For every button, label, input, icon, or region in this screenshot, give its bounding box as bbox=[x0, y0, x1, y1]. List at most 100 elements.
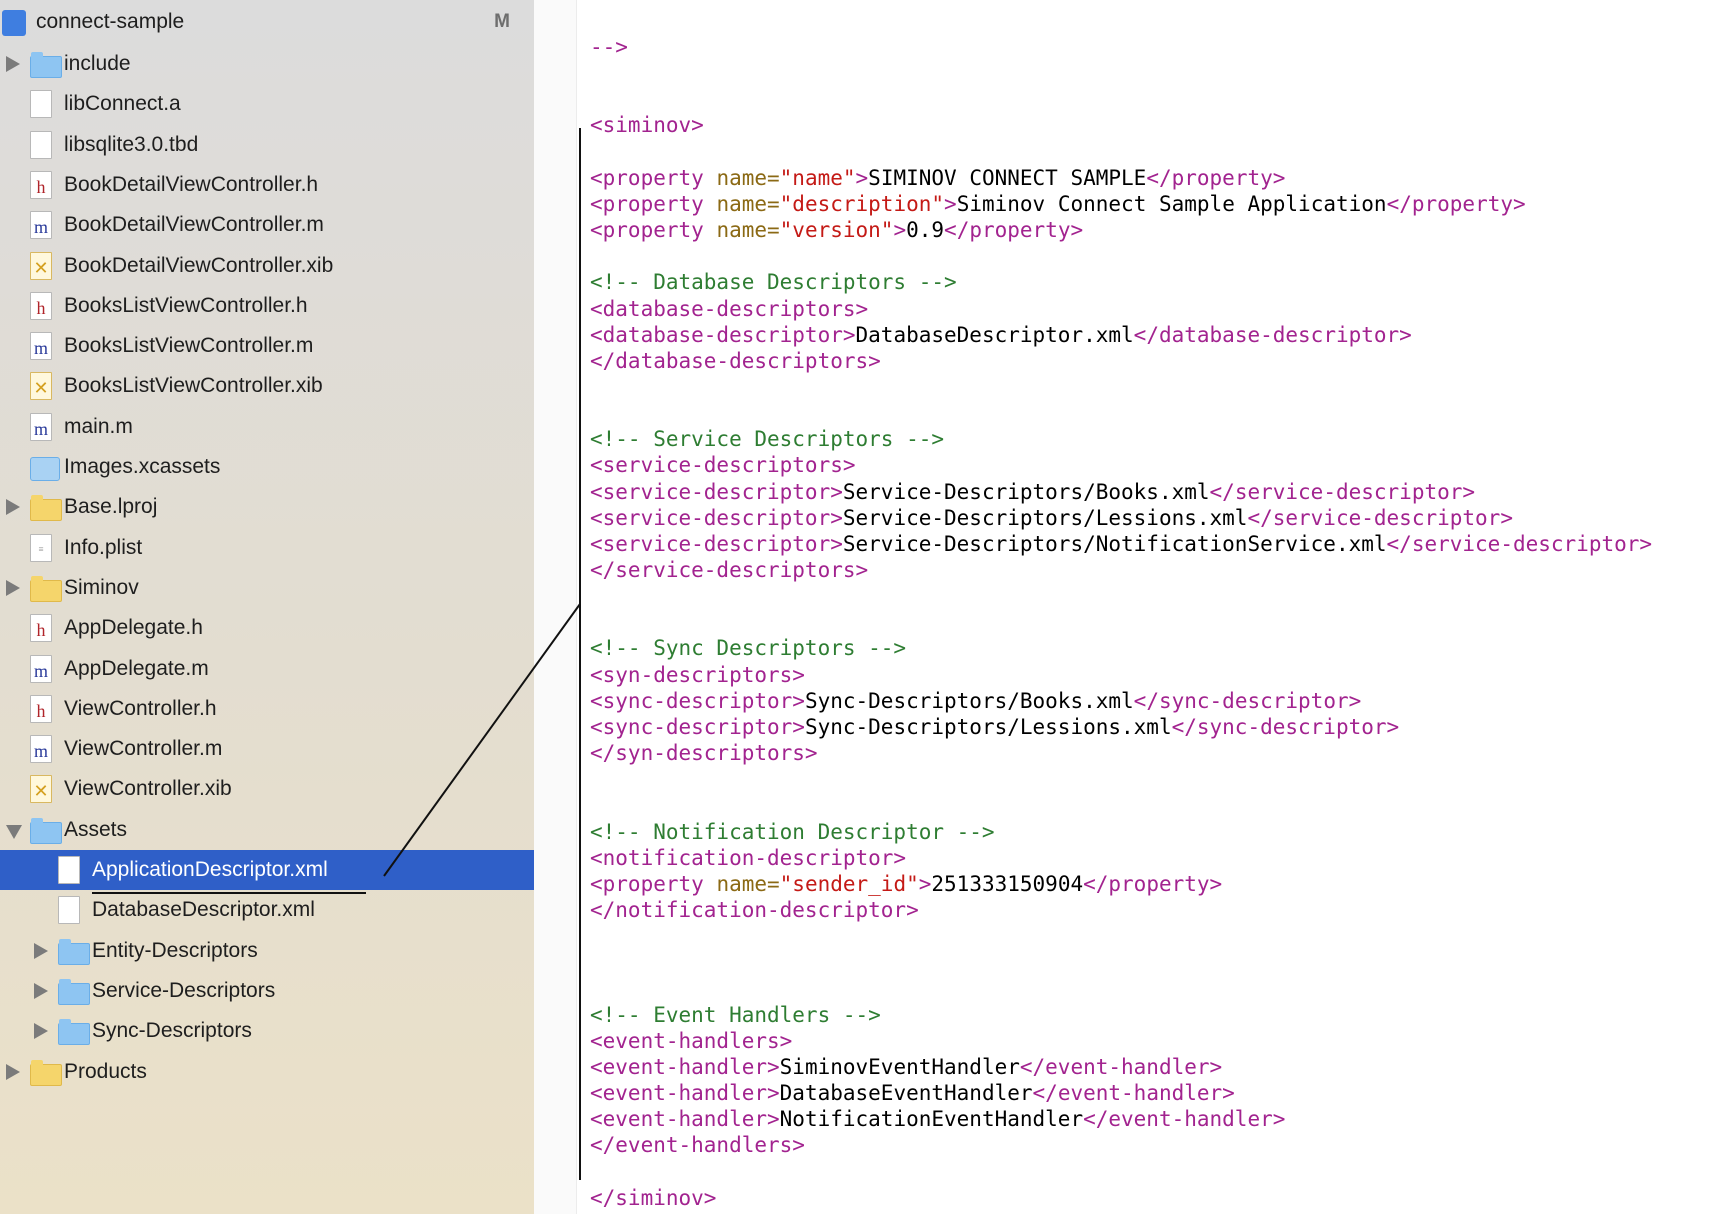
code-token: </property> bbox=[1386, 191, 1526, 216]
project-row[interactable]: connect-sample M bbox=[0, 2, 534, 42]
code-token: SIMINOV CONNECT SAMPLE bbox=[868, 165, 1147, 190]
navigator-item-label: Info.plist bbox=[64, 535, 143, 559]
code-token: Sync-Descriptors/Books.xml bbox=[804, 688, 1134, 713]
disclosure-closed-icon[interactable] bbox=[6, 579, 20, 596]
code-token: </service-descriptor> bbox=[1209, 479, 1476, 504]
navigator-item[interactable]: Assets bbox=[0, 810, 534, 850]
navigator-item-label: libConnect.a bbox=[64, 92, 181, 116]
navigator-item[interactable]: m BookDetailViewController.m bbox=[0, 205, 534, 245]
code-line: </notification-descriptor> bbox=[590, 897, 919, 923]
navigator-item[interactable]: h ViewController.h bbox=[0, 689, 534, 729]
navigator-item[interactable]: include bbox=[0, 44, 534, 84]
folder-icon bbox=[30, 52, 62, 78]
navigator-item[interactable]: m AppDelegate.m bbox=[0, 649, 534, 689]
navigator-item-label: main.m bbox=[64, 414, 133, 438]
code-line: <property name="version">0.9</property> bbox=[590, 217, 1083, 243]
code-line: </database-descriptors> bbox=[590, 348, 881, 374]
disclosure-closed-icon[interactable] bbox=[6, 56, 20, 72]
navigator-item[interactable]: ✕ BooksListViewController.xib bbox=[0, 366, 534, 406]
h-file-icon: h bbox=[30, 170, 52, 199]
code-token: </notification-descriptor> bbox=[590, 897, 919, 922]
navigator-item[interactable]: Entity-Descriptors bbox=[0, 931, 534, 971]
navigator-item-label: ViewController.m bbox=[64, 737, 223, 761]
asset-catalog-icon bbox=[30, 457, 60, 481]
navigator-item-label: ApplicationDescriptor.xml bbox=[92, 858, 328, 881]
navigator-item[interactable]: libConnect.a bbox=[0, 84, 534, 124]
project-name: connect-sample bbox=[36, 10, 185, 33]
code-token: name= bbox=[716, 871, 780, 896]
code-token: <notification-descriptor> bbox=[590, 845, 907, 870]
folder-icon bbox=[30, 495, 62, 522]
code-token: > bbox=[944, 191, 957, 216]
code-token: </database-descriptor> bbox=[1133, 322, 1412, 347]
h-file-icon: h bbox=[30, 291, 52, 320]
disclosure-closed-icon[interactable] bbox=[34, 1023, 48, 1040]
code-line: <event-handler>SiminovEventHandler</even… bbox=[590, 1054, 1222, 1080]
navigator-item[interactable]: m main.m bbox=[0, 407, 534, 447]
code-token: <!-- Database Descriptors --> bbox=[590, 270, 957, 295]
file-icon bbox=[58, 896, 80, 925]
code-token: <event-handler> bbox=[590, 1081, 780, 1105]
disclosure-closed-icon[interactable] bbox=[34, 942, 48, 959]
navigator-item-label: BookDetailViewController.m bbox=[64, 213, 324, 237]
disclosure-open-icon[interactable] bbox=[6, 824, 22, 839]
folder-icon bbox=[30, 575, 62, 602]
navigator-item[interactable]: ≡ Info.plist bbox=[0, 528, 534, 568]
navigator-item[interactable]: h BookDetailViewController.h bbox=[0, 165, 534, 205]
disclosure-closed-icon[interactable] bbox=[6, 1063, 20, 1080]
navigator-item[interactable]: ✕ ViewController.xib bbox=[0, 769, 534, 809]
code-token: </service-descriptor> bbox=[1247, 505, 1513, 530]
code-token: > bbox=[918, 871, 932, 896]
disclosure-closed-icon[interactable] bbox=[34, 982, 48, 999]
navigator-item[interactable]: ✕ BookDetailViewController.xib bbox=[0, 246, 534, 286]
navigator-item[interactable]: Images.xcassets bbox=[0, 447, 534, 487]
code-token: Service-Descriptors/Lessions.xml bbox=[842, 505, 1248, 530]
h-file-icon: h bbox=[30, 614, 52, 643]
code-token: 251333150904 bbox=[931, 871, 1084, 896]
folder-icon bbox=[58, 938, 90, 965]
folder-icon bbox=[30, 817, 62, 844]
code-token: <service-descriptor> bbox=[590, 479, 843, 504]
disclosure-closed-icon[interactable] bbox=[6, 499, 20, 516]
code-token: </event-handlers> bbox=[590, 1133, 805, 1158]
navigator-item[interactable]: libsqlite3.0.tbd bbox=[0, 125, 534, 165]
code-line: <!-- Sync Descriptors --> bbox=[590, 635, 906, 661]
navigator-item[interactable]: ApplicationDescriptor.xml bbox=[0, 850, 534, 890]
navigator-item[interactable]: Products bbox=[0, 1052, 534, 1092]
code-token: "sender_id" bbox=[779, 871, 919, 896]
code-token: <event-handlers> bbox=[590, 1028, 793, 1053]
code-line: <!-- Database Descriptors --> bbox=[590, 269, 957, 295]
navigator-item[interactable]: Siminov bbox=[0, 568, 534, 608]
code-token: <sync-descriptor> bbox=[590, 714, 805, 739]
navigator-item[interactable]: h BooksListViewController.h bbox=[0, 286, 534, 326]
code-token: SiminovEventHandler bbox=[779, 1054, 1020, 1079]
code-token: NotificationEventHandler bbox=[779, 1107, 1084, 1132]
navigator-item[interactable]: Base.lproj bbox=[0, 487, 534, 527]
code-token: <sync-descriptor> bbox=[590, 688, 805, 713]
code-line: <event-handler>NotificationEventHandler<… bbox=[590, 1106, 1285, 1132]
navigator-item[interactable]: m ViewController.m bbox=[0, 729, 534, 769]
navigator-item-label: ViewController.xib bbox=[64, 777, 232, 801]
code-line: <event-handler>DatabaseEventHandler</eve… bbox=[590, 1080, 1235, 1106]
xib-file-icon: ✕ bbox=[30, 775, 52, 804]
code-line: <sync-descriptor>Sync-Descriptors/Books.… bbox=[590, 688, 1361, 714]
navigator-item[interactable]: Sync-Descriptors bbox=[0, 1011, 534, 1051]
file-icon bbox=[30, 90, 52, 119]
code-line: <sync-descriptor>Sync-Descriptors/Lessio… bbox=[590, 714, 1399, 740]
navigator-item-label: Siminov bbox=[64, 575, 139, 599]
code-line: <!-- Event Handlers --> bbox=[590, 1002, 881, 1028]
project-navigator: connect-sample M include libConnect.a libs… bbox=[0, 0, 535, 1214]
code-line: <property name="description">Siminov Con… bbox=[590, 191, 1526, 217]
navigator-item[interactable]: h AppDelegate.h bbox=[0, 608, 534, 648]
navigator-item-label: AppDelegate.m bbox=[64, 656, 209, 680]
code-editor[interactable]: --> <siminov> <property name="name">SIMINO… bbox=[590, 0, 1724, 1214]
code-line: <!-- Service Descriptors --> bbox=[590, 426, 944, 452]
code-line: <!-- Notification Descriptor --> bbox=[590, 819, 995, 845]
code-token: Service-Descriptors/Books.xml bbox=[842, 479, 1210, 504]
navigator-item[interactable]: Service-Descriptors bbox=[0, 971, 534, 1011]
xcode-project-icon bbox=[2, 10, 26, 36]
code-token: </siminov> bbox=[590, 1185, 717, 1210]
navigator-item[interactable]: DatabaseDescriptor.xml bbox=[0, 890, 534, 930]
navigator-item[interactable]: m BooksListViewController.m bbox=[0, 326, 534, 366]
code-token: --> bbox=[590, 35, 628, 59]
